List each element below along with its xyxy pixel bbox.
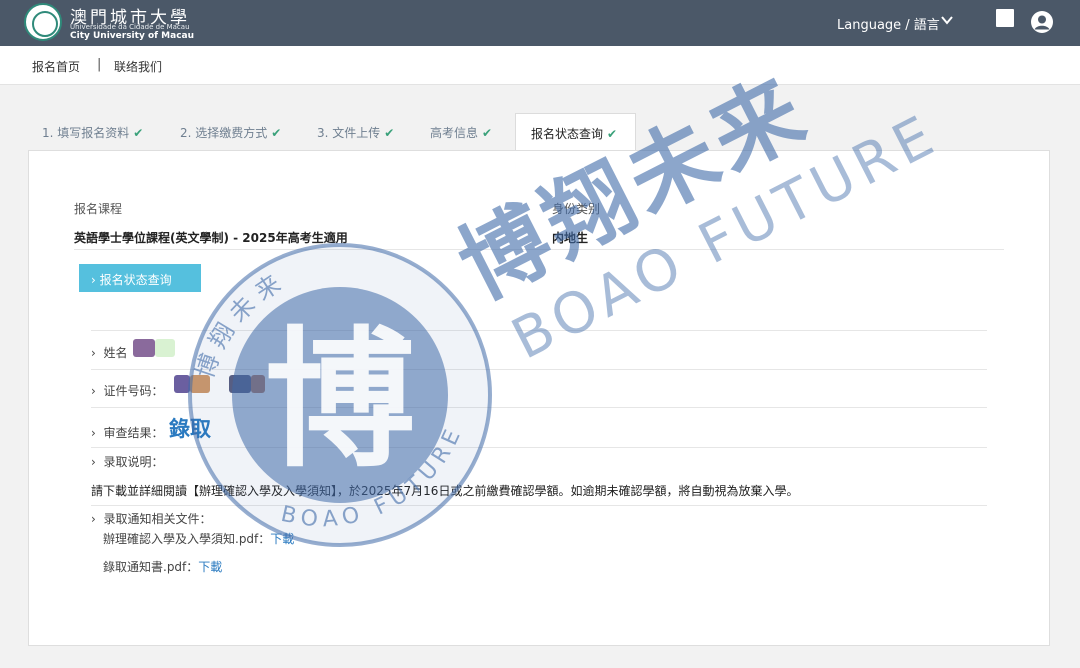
status-query-button[interactable]: › 报名状态查询 bbox=[79, 264, 201, 292]
tab-label: 高考信息 bbox=[430, 126, 479, 140]
divider bbox=[91, 505, 987, 506]
course-label: 报名课程 bbox=[74, 202, 123, 216]
files-row-label: › 录取通知相关文件： bbox=[91, 512, 212, 526]
result-label: 审查结果： bbox=[103, 426, 164, 440]
redacted-name bbox=[155, 339, 175, 357]
redacted-id bbox=[251, 375, 265, 393]
divider bbox=[91, 330, 987, 331]
logo-english-name: City University of Macau bbox=[70, 31, 195, 41]
tab-payment-method[interactable]: 2. 选择缴费方式 ✔ bbox=[180, 113, 281, 150]
divider bbox=[91, 447, 987, 448]
check-icon: ✔ bbox=[384, 126, 395, 140]
redacted-id bbox=[190, 375, 210, 393]
file2-name: 錄取通知書.pdf： bbox=[103, 560, 199, 574]
divider bbox=[74, 249, 1004, 250]
redacted-id bbox=[174, 375, 190, 393]
tab-label: 1. 填写报名资料 bbox=[42, 126, 130, 140]
logo-portuguese-name: Universidade da Cidade de Macau bbox=[70, 23, 190, 31]
tab-label: 报名状态查询 bbox=[531, 127, 604, 141]
university-seal-logo[interactable] bbox=[24, 3, 62, 41]
tab-gaokao-info[interactable]: 高考信息 ✔ bbox=[430, 113, 492, 150]
user-account-icon[interactable] bbox=[1030, 10, 1054, 34]
divider bbox=[91, 369, 987, 370]
nav-separator: | bbox=[97, 57, 102, 72]
file1-name: 辦理確認入學及入學須知.pdf： bbox=[103, 532, 271, 546]
square-icon[interactable] bbox=[996, 9, 1014, 27]
identity-value: 内地生 bbox=[552, 231, 589, 245]
divider bbox=[91, 407, 987, 408]
admission-notice-text: 請下載並詳細閱讀【辦理確認入學及入學須知】，於2025年7月16日或之前繳費確認… bbox=[91, 484, 799, 498]
note-label: 录取说明： bbox=[103, 455, 164, 469]
course-value: 英語學士學位課程(英文學制) - 2025年高考生適用 bbox=[74, 231, 348, 245]
id-row-label: › 证件号码： bbox=[91, 384, 164, 398]
id-label: 证件号码： bbox=[103, 384, 164, 398]
files-label: 录取通知相关文件： bbox=[103, 512, 212, 526]
nav-bar: 报名首页 | 联络我们 bbox=[0, 46, 1080, 85]
nav-home-link[interactable]: 报名首页 bbox=[32, 58, 80, 75]
redacted-id bbox=[229, 375, 251, 393]
check-icon: ✔ bbox=[482, 126, 493, 140]
name-label: 姓名 bbox=[103, 346, 128, 360]
redacted-name bbox=[133, 339, 155, 357]
chevron-down-icon[interactable] bbox=[940, 13, 954, 27]
tab-fill-application[interactable]: 1. 填写报名资料 ✔ bbox=[42, 113, 143, 150]
tab-status-query[interactable]: 报名状态查询 ✔ bbox=[515, 113, 636, 151]
note-row-label: › 录取说明： bbox=[91, 455, 164, 469]
top-header: 澳門城市大學 Universidade da Cidade de Macau C… bbox=[0, 0, 1080, 46]
name-row-label: › 姓名 bbox=[91, 346, 128, 360]
tab-label: 3. 文件上传 bbox=[317, 126, 381, 140]
language-selector[interactable]: Language / 語言 bbox=[837, 14, 940, 33]
result-value: 錄取 bbox=[169, 417, 211, 441]
file-item: 錄取通知書.pdf：下載 bbox=[103, 558, 222, 575]
file-item: 辦理確認入學及入學須知.pdf：下載 bbox=[103, 530, 294, 547]
file2-download-link[interactable]: 下載 bbox=[198, 560, 222, 574]
file1-download-link[interactable]: 下載 bbox=[270, 532, 294, 546]
tab-file-upload[interactable]: 3. 文件上传 ✔ bbox=[317, 113, 394, 150]
check-icon: ✔ bbox=[271, 126, 282, 140]
identity-label: 身份类别 bbox=[552, 202, 601, 216]
check-icon: ✔ bbox=[133, 126, 144, 140]
tab-label: 2. 选择缴费方式 bbox=[180, 126, 268, 140]
application-status-panel: 报名课程 英語學士學位課程(英文學制) - 2025年高考生適用 身份类别 内地… bbox=[28, 150, 1050, 646]
nav-contact-link[interactable]: 联络我们 bbox=[114, 58, 162, 75]
result-row-label: › 审查结果： bbox=[91, 426, 164, 440]
check-icon: ✔ bbox=[607, 127, 618, 141]
